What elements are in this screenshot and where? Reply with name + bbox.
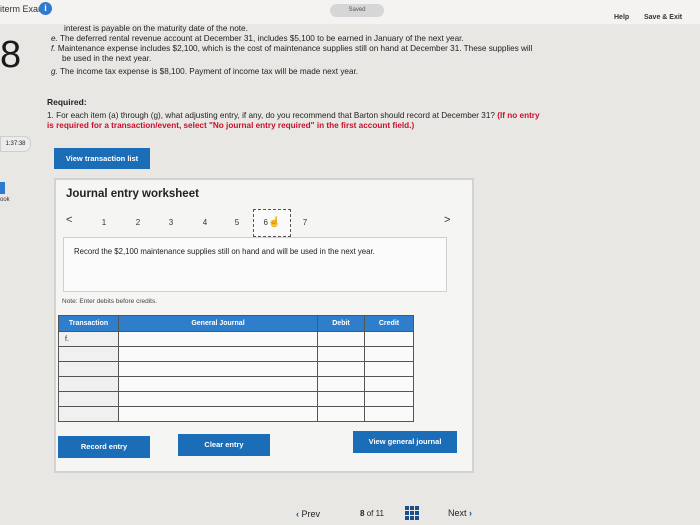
credit-field[interactable] bbox=[364, 346, 414, 362]
debit-field[interactable] bbox=[317, 346, 365, 362]
table-row bbox=[58, 376, 414, 392]
debits-before-credits-note: Note: Enter debits before credits. bbox=[62, 298, 158, 305]
journal-entry-table: Transaction General Journal Debit Credit… bbox=[58, 315, 414, 422]
debit-field[interactable] bbox=[317, 391, 365, 407]
problem-line-f-cont: be used in the next year. bbox=[62, 54, 151, 64]
timer-badge: 1:37:38 bbox=[0, 136, 31, 152]
view-general-journal-button[interactable]: View general journal bbox=[353, 431, 457, 453]
credit-field[interactable] bbox=[364, 376, 414, 392]
account-field[interactable] bbox=[118, 376, 318, 392]
chevron-right-icon: › bbox=[469, 508, 473, 518]
debit-field[interactable] bbox=[317, 406, 365, 422]
prev-label: Prev bbox=[301, 509, 321, 519]
saved-status-badge: Saved bbox=[330, 4, 384, 17]
item-label: f. bbox=[51, 44, 56, 53]
question-grid-icon[interactable] bbox=[405, 506, 419, 520]
account-field[interactable] bbox=[118, 331, 318, 347]
worksheet-title: Journal entry worksheet bbox=[66, 188, 199, 200]
required-title: Required: bbox=[47, 97, 87, 107]
help-link[interactable]: Help bbox=[614, 14, 629, 21]
column-header-debit: Debit bbox=[317, 315, 365, 332]
transaction-cell: f. bbox=[58, 331, 119, 347]
problem-line-g: g. The income tax expense is $8,100. Pay… bbox=[51, 67, 358, 77]
worksheet-next-arrow[interactable]: > bbox=[444, 214, 450, 226]
transaction-cell bbox=[58, 391, 119, 407]
clear-entry-button[interactable]: Clear entry bbox=[178, 434, 270, 456]
page-of: of bbox=[366, 509, 374, 518]
instruction-box: Record the $2,100 maintenance supplies s… bbox=[63, 237, 447, 292]
debit-field[interactable] bbox=[317, 361, 365, 377]
worksheet-step-4[interactable]: 4 bbox=[198, 218, 212, 227]
account-field[interactable] bbox=[118, 346, 318, 362]
credit-field[interactable] bbox=[364, 331, 414, 347]
problem-line: interest is payable on the maturity date… bbox=[64, 24, 248, 34]
problem-line-f: f. Maintenance expense includes $2,100, … bbox=[51, 44, 532, 54]
column-header-general-journal: General Journal bbox=[118, 315, 318, 332]
worksheet-prev-arrow[interactable]: < bbox=[66, 214, 72, 226]
account-field[interactable] bbox=[118, 391, 318, 407]
worksheet-step-3[interactable]: 3 bbox=[164, 218, 178, 227]
table-row bbox=[58, 346, 414, 362]
table-row bbox=[58, 406, 414, 422]
next-button[interactable]: Next › bbox=[448, 508, 472, 518]
view-transaction-list-button[interactable]: View transaction list bbox=[54, 148, 150, 169]
required-text: 1. For each item (a) through (g), what a… bbox=[47, 111, 667, 131]
chevron-left-icon: ‹ bbox=[296, 509, 299, 519]
account-field[interactable] bbox=[118, 361, 318, 377]
problem-line-text: The deferred rental revenue account at D… bbox=[59, 34, 464, 43]
problem-line-text: The income tax expense is $8,100. Paymen… bbox=[59, 67, 359, 76]
page-current: 8 bbox=[360, 509, 365, 518]
column-header-credit: Credit bbox=[364, 315, 414, 332]
credit-field[interactable] bbox=[364, 406, 414, 422]
page-total: 11 bbox=[375, 509, 384, 518]
worksheet-step-2[interactable]: 2 bbox=[131, 218, 145, 227]
table-row bbox=[58, 391, 414, 407]
account-field[interactable] bbox=[118, 406, 318, 422]
record-entry-button[interactable]: Record entry bbox=[58, 436, 150, 458]
info-icon[interactable]: i bbox=[39, 2, 52, 15]
table-row: f. bbox=[58, 331, 414, 347]
question-number: 8 bbox=[0, 34, 22, 76]
worksheet-step-7[interactable]: 7 bbox=[298, 218, 312, 227]
debit-field[interactable] bbox=[317, 331, 365, 347]
credit-field[interactable] bbox=[364, 391, 414, 407]
required-note: (If no entry bbox=[497, 111, 540, 120]
required-note-cont: is required for a transaction/event, sel… bbox=[47, 121, 415, 130]
problem-line-e: e. The deferred rental revenue account a… bbox=[51, 34, 464, 44]
column-header-transaction: Transaction bbox=[58, 315, 119, 332]
worksheet-step-6-active[interactable]: 6☝ bbox=[253, 209, 291, 237]
item-label: e. bbox=[51, 34, 58, 43]
next-label: Next bbox=[448, 508, 467, 518]
worksheet-step-5[interactable]: 5 bbox=[230, 218, 244, 227]
problem-line-text: Maintenance expense includes $2,100, whi… bbox=[57, 44, 533, 53]
table-row bbox=[58, 361, 414, 377]
save-exit-link[interactable]: Save & Exit bbox=[644, 14, 682, 21]
item-label: g. bbox=[51, 67, 58, 76]
credit-field[interactable] bbox=[364, 361, 414, 377]
page-indicator: 8 of 11 bbox=[360, 509, 384, 518]
prev-button[interactable]: ‹ Prev bbox=[296, 509, 320, 519]
instruction-text: Record the $2,100 maintenance supplies s… bbox=[74, 247, 375, 256]
problem-line-text: be used in the next year. bbox=[62, 54, 152, 63]
transaction-cell bbox=[58, 376, 119, 392]
cursor-hand-icon: ☝ bbox=[268, 217, 281, 228]
transaction-cell bbox=[58, 406, 119, 422]
ebook-label[interactable]: ook bbox=[0, 197, 10, 203]
worksheet-step-1[interactable]: 1 bbox=[97, 218, 111, 227]
ebook-icon[interactable] bbox=[0, 182, 5, 194]
transaction-cell bbox=[58, 361, 119, 377]
debit-field[interactable] bbox=[317, 376, 365, 392]
problem-line-text: interest is payable on the maturity date… bbox=[64, 24, 248, 33]
required-instruction: 1. For each item (a) through (g), what a… bbox=[47, 111, 498, 120]
transaction-cell bbox=[58, 346, 119, 362]
